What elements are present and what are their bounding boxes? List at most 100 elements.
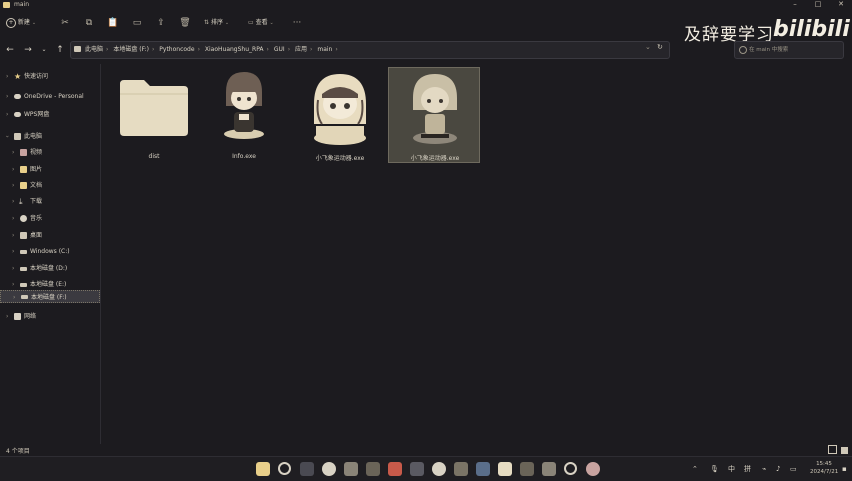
file-item-exe[interactable]: Info.exe [198,68,290,164]
chevron-down-icon: ⌄ [269,20,274,26]
back-button[interactable]: ← [4,44,16,56]
battery-icon[interactable]: ▭ [790,461,797,477]
sidebar-item-label: 文档 [30,182,43,189]
sidebar-item-downloads[interactable]: › ⤓ 下载 [0,195,100,208]
copy-icon[interactable]: ⧉ [82,16,96,30]
magnifier-icon[interactable] [564,462,577,475]
sidebar-item-label: 图片 [30,166,43,173]
chevron-right-icon: › [12,166,15,173]
sidebar-item-label: 音乐 [30,215,43,222]
breadcrumb-item[interactable]: GUI [274,46,285,53]
vscode-icon[interactable] [476,462,490,476]
clock[interactable]: 15:45 2024/7/21 [810,460,838,476]
title-bar: main – □ ✕ [0,0,852,10]
share-icon[interactable]: ⇪ [154,16,168,30]
recent-locations-button[interactable]: ⌄ [38,44,50,56]
sidebar-item-desktop[interactable]: › 桌面 [0,229,100,242]
document-icon [20,182,27,189]
folder-icon [120,80,188,136]
sidebar-item-network[interactable]: › 网络 [0,310,100,323]
microphone-icon[interactable]: 🎙 [710,461,719,477]
breadcrumb-item[interactable]: 本地磁盘 (F:) [113,46,149,53]
sidebar-item-onedrive[interactable]: › OneDrive - Personal [0,90,100,103]
app-icon[interactable] [586,462,600,476]
sidebar-item-music[interactable]: › 音乐 [0,212,100,225]
app-icon[interactable] [410,462,424,476]
download-icon: ⤓ [19,197,23,206]
file-item-folder[interactable]: dist [108,68,200,164]
app-icon[interactable] [520,462,534,476]
plus-icon: + [6,17,16,28]
file-item-exe[interactable]: 小飞象运动器.exe [294,68,386,164]
rename-icon[interactable]: ▭ [130,16,144,30]
ime-mode[interactable]: 拼 [744,461,751,477]
breadcrumb-item[interactable]: 应用 [295,46,307,53]
up-button[interactable]: ↑ [54,44,66,56]
search-input[interactable]: 在 main 中搜索 [749,42,788,58]
sidebar-item-wps[interactable]: › WPS网盘 [0,108,100,121]
forward-button[interactable]: → [22,44,34,56]
notification-icon[interactable]: ▪ [842,461,847,477]
app-icon[interactable] [542,462,556,476]
input-language[interactable]: 中 [728,461,735,477]
sidebar-item-documents[interactable]: › 文档 [0,179,100,192]
view-button[interactable]: ▭ 查看 ⌄ [248,14,284,32]
breadcrumb-item[interactable]: XiaoHuangShu_RPA [205,46,264,53]
file-explorer-icon[interactable] [498,462,512,476]
sort-button[interactable]: ⇅ 排序 ⌄ [204,14,242,32]
breadcrumb-item[interactable]: main [317,46,332,53]
sidebar-item-quick-access[interactable]: › ★ 快速访问 [0,70,100,83]
more-options-icon[interactable]: ··· [290,16,304,30]
folder-app-icon [3,2,10,8]
task-view-icon[interactable] [300,462,314,476]
chevron-right-icon: › [310,46,313,53]
refresh-icon[interactable]: ↻ [657,43,663,51]
chevron-up-icon[interactable]: ⌃ [692,461,698,477]
browser-icon[interactable] [322,462,336,476]
sidebar-item-drive-d[interactable]: › 本地磁盘 (D:) [0,262,100,275]
file-item-exe-selected[interactable]: 小飞象运动器.exe [388,67,480,163]
paste-icon[interactable]: 📋 [106,16,120,30]
new-button[interactable]: + 新建 ⌄ [6,14,46,32]
sidebar-item-drive-c[interactable]: › Windows (C:) [0,245,100,258]
chevron-right-icon: › [12,198,15,205]
breadcrumb-item[interactable]: 此电脑 [85,46,103,53]
sidebar-item-label: 此电脑 [24,133,43,140]
network-icon [14,313,21,320]
search-box[interactable]: 在 main 中搜索 [734,41,844,59]
cut-icon[interactable]: ✂ [58,16,72,30]
sidebar-item-label: 本地磁盘 (F:) [31,294,67,301]
minimize-button[interactable]: – [788,0,802,9]
close-button[interactable]: ✕ [834,0,848,9]
volume-icon[interactable]: ♪ [776,461,780,477]
chrome-icon[interactable] [432,462,446,476]
sidebar-item-pictures[interactable]: › 图片 [0,163,100,176]
chevron-right-icon: › [335,46,338,53]
chevron-right-icon: › [6,313,9,320]
app-icon[interactable] [344,462,358,476]
file-name: 小飞象运动器.exe [315,155,365,162]
address-bar[interactable]: 此电脑 › 本地磁盘 (F:) › Pythoncode › XiaoHuangShu… [70,41,670,59]
new-label: 新建 [17,19,30,26]
network-icon[interactable]: ⌁ [762,461,766,477]
sidebar-item-this-pc[interactable]: › 此电脑 [0,130,100,143]
view-switcher [828,445,849,456]
large-icons-view-icon[interactable] [841,447,849,454]
sidebar-item-videos[interactable]: › 视频 [0,146,100,159]
chevron-right-icon: › [6,73,9,80]
app-icon[interactable] [366,462,380,476]
app-icon[interactable] [454,462,468,476]
app-icon[interactable] [388,462,402,476]
delete-icon[interactable]: 🗑 [178,16,192,30]
breadcrumb-item[interactable]: Pythoncode [159,46,194,53]
maximize-button[interactable]: □ [811,0,825,9]
start-icon[interactable] [256,462,270,476]
cloud-icon [14,94,21,99]
search-icon[interactable] [278,462,291,475]
address-dropdown-icon[interactable]: ⌄ [645,43,651,51]
chevron-right-icon: › [106,46,109,53]
details-view-icon[interactable] [828,445,837,454]
chevron-right-icon: › [197,46,200,53]
sidebar-item-drive-f[interactable]: › 本地磁盘 (F:) [0,290,100,303]
video-icon [20,149,27,156]
